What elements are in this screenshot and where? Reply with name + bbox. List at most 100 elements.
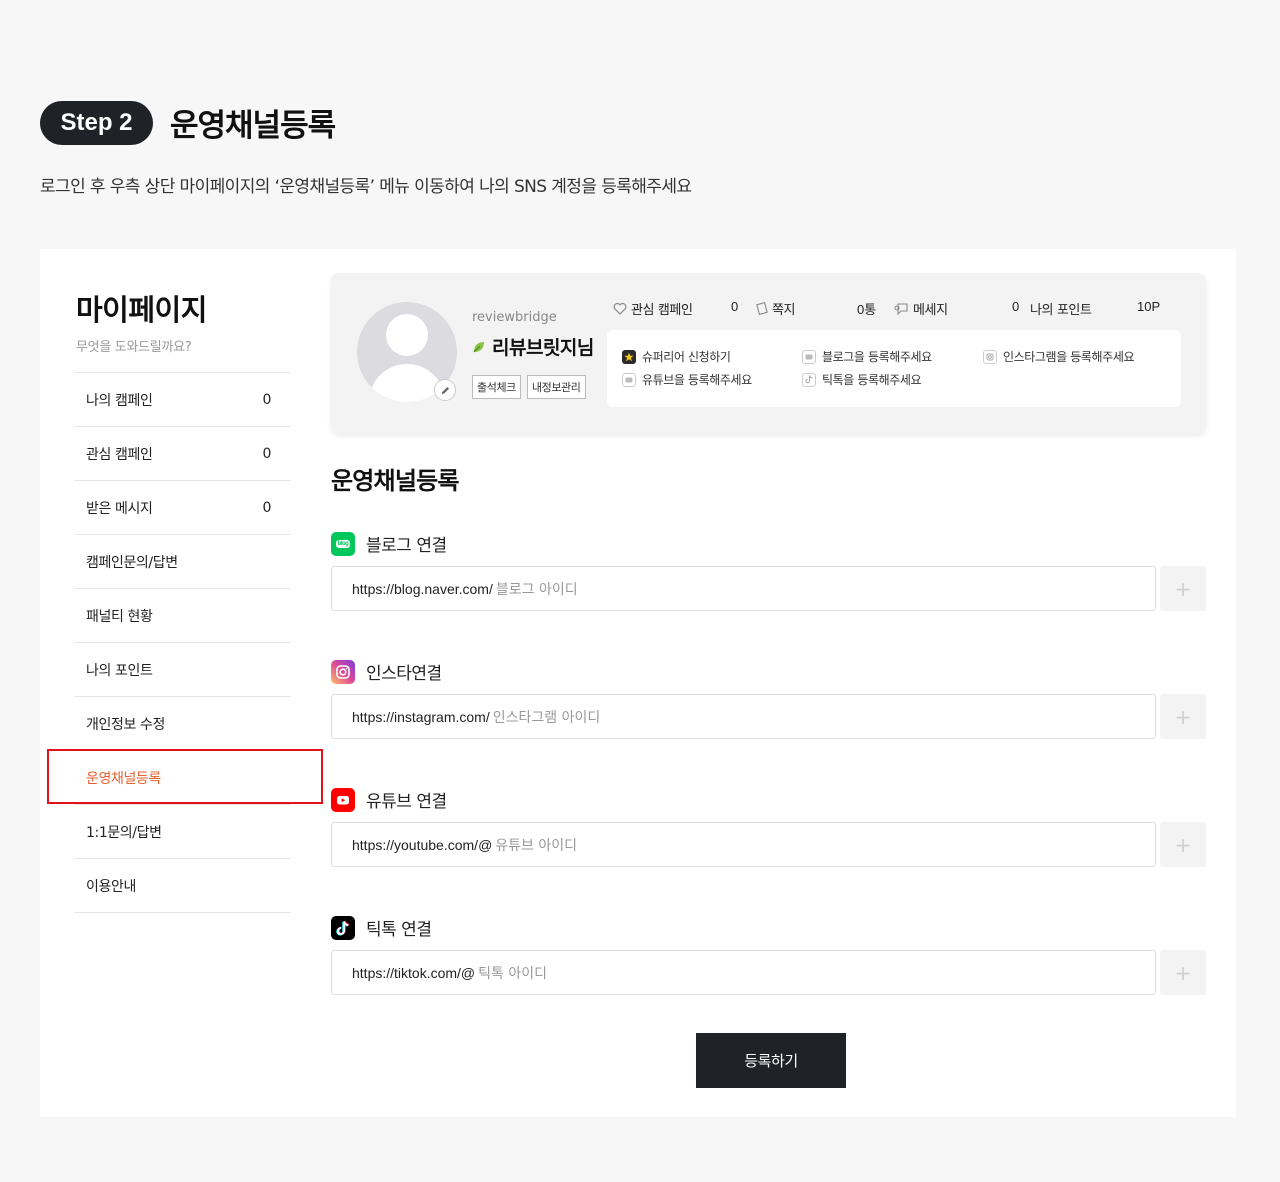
- profile-card: reviewbridge 리뷰브릿지님 출석체크 내정보관리 관심 캠페인 0 …: [331, 273, 1206, 433]
- sidebar-menu: 나의 캠페인 0 관심 캠페인 0 받은 메시지 0 캠페인문의/답변 패널티 현황 …: [75, 372, 291, 913]
- sidebar-item-count: 0: [262, 391, 271, 408]
- instagram-url-input[interactable]: https://instagram.com/ 인스타그램 아이디: [331, 694, 1156, 739]
- stat-fav-campaign[interactable]: 관심 캠페인: [613, 299, 693, 318]
- input-placeholder: 유튜브 아이디: [495, 837, 578, 854]
- sidebar-subtitle: 무엇을 도와드릴까요?: [76, 340, 192, 355]
- instagram-icon: [331, 659, 355, 684]
- quick-link-label: 유튜브을 등록해주세요: [642, 373, 752, 387]
- tiktok-url-input[interactable]: https://tiktok.com/@ 틱톡 아이디: [331, 950, 1156, 995]
- sidebar-item-channel-register[interactable]: 운영채널등록: [75, 751, 291, 805]
- stat-note[interactable]: 쪽지: [756, 299, 796, 318]
- stat-note-label: 쪽지: [772, 303, 796, 318]
- tiktok-icon: [331, 915, 355, 940]
- sidebar-item-label: 이용안내: [86, 878, 136, 895]
- stat-points[interactable]: 나의 포인트: [1030, 299, 1092, 318]
- sidebar-item-label: 개인정보 수정: [86, 716, 165, 733]
- sidebar-item-fav-campaign[interactable]: 관심 캠페인 0: [75, 427, 291, 481]
- step-description: 로그인 후 우측 상단 마이페이지의 ‘운영채널등록’ 메뉴 이동하여 나의 S…: [40, 177, 692, 197]
- star-icon: [622, 349, 636, 364]
- heart-icon: [613, 302, 627, 315]
- sidebar-item-count: 0: [262, 445, 271, 462]
- sidebar-item-label: 나의 포인트: [86, 662, 153, 679]
- user-id: reviewbridge: [472, 310, 557, 325]
- quick-youtube-register[interactable]: 유튜브을 등록해주세요: [622, 371, 752, 388]
- youtube-connect-label: 유튜브 연결: [331, 787, 447, 812]
- input-placeholder: 틱톡 아이디: [478, 965, 547, 982]
- url-prefix: https://blog.naver.com/: [352, 580, 493, 597]
- register-button[interactable]: 등록하기: [696, 1033, 846, 1088]
- quick-link-label: 블로그을 등록해주세요: [822, 350, 932, 364]
- naver-blog-icon: blog: [331, 531, 355, 556]
- channel-label-text: 틱톡 연결: [366, 920, 432, 940]
- channel-label-text: 블로그 연결: [366, 536, 447, 556]
- add-tiktok-button[interactable]: +: [1160, 950, 1206, 995]
- profile-tags: 출석체크 내정보관리: [472, 375, 586, 399]
- stat-message-label: 메세지: [913, 303, 948, 318]
- step-badge: Step 2: [40, 100, 153, 145]
- tiktok-small-icon: [802, 372, 816, 387]
- youtube-icon: [331, 787, 355, 812]
- instagram-connect-label: 인스타연결: [331, 659, 442, 684]
- blog-small-icon: [802, 349, 816, 364]
- blog-connect-label: blog 블로그 연결: [331, 531, 447, 556]
- sidebar-item-guide[interactable]: 이용안내: [75, 859, 291, 913]
- sidebar-item-penalty[interactable]: 패널티 현황: [75, 589, 291, 643]
- avatar-body: [369, 364, 445, 402]
- sidebar-item-label: 운영채널등록: [86, 770, 161, 787]
- stat-points-label: 나의 포인트: [1030, 303, 1092, 318]
- sidebar-item-label: 1:1문의/답변: [86, 824, 162, 841]
- sidebar-item-count: 0: [262, 499, 271, 516]
- url-prefix: https://instagram.com/: [352, 708, 490, 725]
- url-prefix: https://youtube.com/@: [352, 836, 493, 853]
- attendance-button[interactable]: 출석체크: [472, 375, 521, 399]
- quick-tiktok-register[interactable]: 틱톡을 등록해주세요: [802, 371, 922, 388]
- sidebar-item-label: 관심 캠페인: [86, 446, 153, 463]
- stat-note-value: 0통: [857, 302, 877, 317]
- quick-link-label: 슈퍼리어 신청하기: [642, 350, 731, 364]
- sidebar-item-label: 나의 캠페인: [86, 392, 153, 409]
- add-blog-button[interactable]: +: [1160, 566, 1206, 611]
- stat-fav-value: 0: [731, 299, 739, 314]
- leaf-icon: [473, 341, 484, 352]
- sidebar-item-label: 캠페인문의/답변: [86, 554, 178, 571]
- sidebar-item-label: 패널티 현황: [86, 608, 153, 625]
- tiktok-connect-label: 틱톡 연결: [331, 915, 432, 940]
- user-name: 리뷰브릿지님: [472, 333, 594, 360]
- url-prefix: https://tiktok.com/@: [352, 964, 476, 981]
- my-info-button[interactable]: 내정보관리: [526, 375, 586, 399]
- input-placeholder: 인스타그램 아이디: [492, 709, 601, 726]
- youtube-url-input[interactable]: https://youtube.com/@ 유튜브 아이디: [331, 822, 1156, 867]
- stat-points-value: 10P: [1137, 299, 1161, 314]
- blog-url-input[interactable]: https://blog.naver.com/ 블로그 아이디: [331, 566, 1156, 611]
- sidebar-item-label: 받은 메시지: [86, 500, 153, 517]
- sidebar-item-messages[interactable]: 받은 메시지 0: [75, 481, 291, 535]
- sidebar-title: 마이페이지: [76, 293, 207, 327]
- input-placeholder: 블로그 아이디: [495, 581, 578, 598]
- channel-label-text: 인스타연결: [366, 664, 442, 684]
- quick-superior-apply[interactable]: 슈퍼리어 신청하기: [622, 348, 731, 365]
- pencil-icon: [441, 386, 449, 394]
- chat-bubble-icon: [894, 302, 908, 315]
- add-instagram-button[interactable]: +: [1160, 694, 1206, 739]
- quick-link-label: 인스타그램을 등록해주세요: [1003, 350, 1135, 364]
- quick-blog-register[interactable]: 블로그을 등록해주세요: [802, 348, 932, 365]
- sidebar-item-inquiry[interactable]: 1:1문의/답변: [75, 805, 291, 859]
- sidebar-item-points[interactable]: 나의 포인트: [75, 643, 291, 697]
- step-header: Step 2 운영채널등록: [40, 100, 336, 145]
- quick-instagram-register[interactable]: 인스타그램을 등록해주세요: [983, 348, 1135, 365]
- quick-link-label: 틱톡을 등록해주세요: [822, 373, 922, 387]
- stat-message[interactable]: 메세지: [894, 299, 948, 318]
- note-icon: [756, 302, 768, 315]
- instagram-small-icon: [983, 349, 997, 364]
- add-youtube-button[interactable]: +: [1160, 822, 1206, 867]
- channel-label-text: 유튜브 연결: [366, 792, 447, 812]
- section-title: 운영채널등록: [331, 467, 459, 495]
- sidebar-item-edit-profile[interactable]: 개인정보 수정: [75, 697, 291, 751]
- step-title: 운영채널등록: [170, 108, 336, 144]
- youtube-small-icon: [622, 372, 636, 387]
- sidebar-item-my-campaign[interactable]: 나의 캠페인 0: [75, 373, 291, 427]
- avatar-head: [386, 314, 428, 356]
- edit-avatar-button[interactable]: [434, 379, 456, 401]
- quick-links-box: 슈퍼리어 신청하기 유튜브을 등록해주세요 블로그을 등록해주세요 틱톡을 등록…: [607, 330, 1181, 407]
- sidebar-item-campaign-qna[interactable]: 캠페인문의/답변: [75, 535, 291, 589]
